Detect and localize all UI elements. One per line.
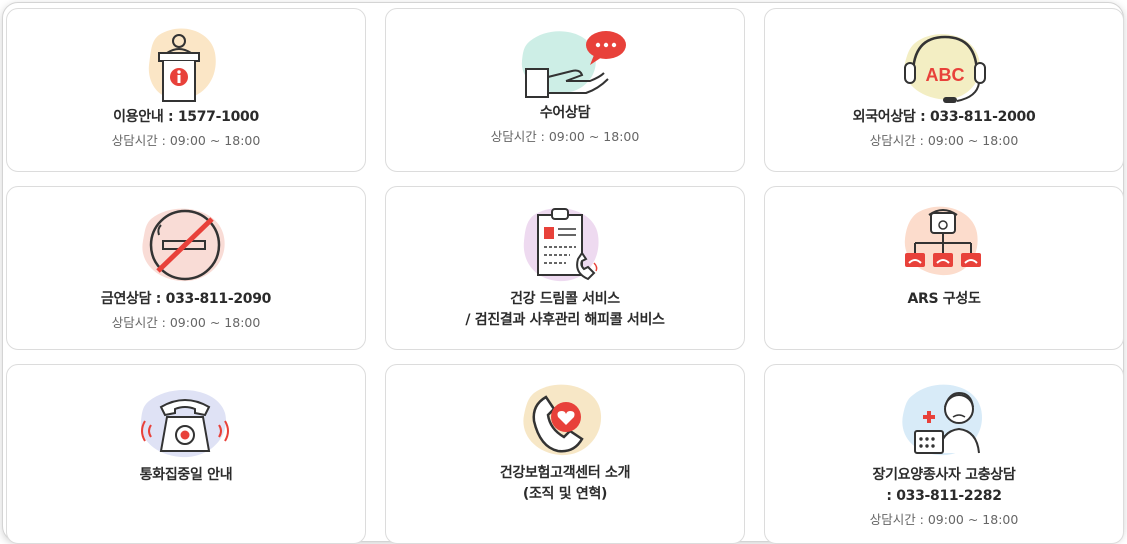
card-title-line1: 건강 드림콜 서비스 (510, 291, 620, 307)
card-call-peak-days[interactable]: 통화집중일 안내 (6, 364, 366, 544)
clipboard-phone-icon (523, 208, 599, 282)
card-hours: 상담시간 : 09:00 ~ 18:00 (490, 129, 640, 144)
ars-tree-icon (904, 206, 981, 276)
card-title-line2: / 검진결과 사후관리 해피콜 서비스 (465, 312, 665, 328)
card-title: 수어상담 (539, 105, 591, 121)
no-smoking-icon (142, 208, 225, 282)
heart-phone-icon (523, 384, 602, 456)
card-hours: 상담시간 : 09:00 ~ 18:00 (869, 133, 1019, 148)
card-title-line1: 건강보험고객센터 소개 (499, 465, 631, 481)
card-title: 외국어상담 : 033-811-2000 (852, 109, 1036, 125)
card-title: 통화집중일 안내 (139, 467, 233, 483)
card-info-guide[interactable]: 이용안내 : 1577-1000 상담시간 : 09:00 ~ 18:00 (6, 8, 366, 172)
care-worker-icon (902, 384, 982, 456)
ringing-phone-icon (140, 389, 229, 458)
card-health-dream-call[interactable]: 건강 드림콜 서비스 / 검진결과 사후관리 해피콜 서비스 (385, 186, 745, 350)
card-care-worker-counsel[interactable]: 장기요양종사자 고충상담 : 033-811-2282 상담시간 : 09:00… (764, 364, 1124, 544)
card-hours: 상담시간 : 09:00 ~ 18:00 (869, 512, 1019, 527)
abc-label: ABC (926, 65, 965, 85)
card-hours: 상담시간 : 09:00 ~ 18:00 (111, 133, 261, 148)
card-title: 이용안내 : 1577-1000 (113, 109, 259, 125)
card-title-line2: (조직 및 연혁) (522, 486, 608, 502)
card-title-line1: 장기요양종사자 고충상담 (872, 467, 1016, 483)
podium-info-icon (148, 28, 216, 102)
card-hours: 상담시간 : 09:00 ~ 18:00 (111, 315, 261, 330)
card-title: 금연상담 : 033-811-2090 (100, 291, 272, 307)
card-sign-language[interactable]: 수어상담 상담시간 : 09:00 ~ 18:00 (385, 8, 745, 172)
card-customer-center[interactable]: 건강보험고객센터 소개 (조직 및 연혁) (385, 364, 745, 544)
card-title-line2: : 033-811-2282 (886, 488, 1002, 504)
card-ars-diagram[interactable]: ARS 구성도 (764, 186, 1124, 350)
card-foreign-language[interactable]: ABC 외국어상담 : 033-811-2000 상담시간 : 09:00 ~ … (764, 8, 1124, 172)
hand-chat-icon (521, 31, 626, 98)
card-smoking-cessation[interactable]: 금연상담 : 033-811-2090 상담시간 : 09:00 ~ 18:00 (6, 186, 366, 350)
card-title: ARS 구성도 (907, 291, 981, 307)
headset-abc-icon: ABC (904, 34, 986, 103)
